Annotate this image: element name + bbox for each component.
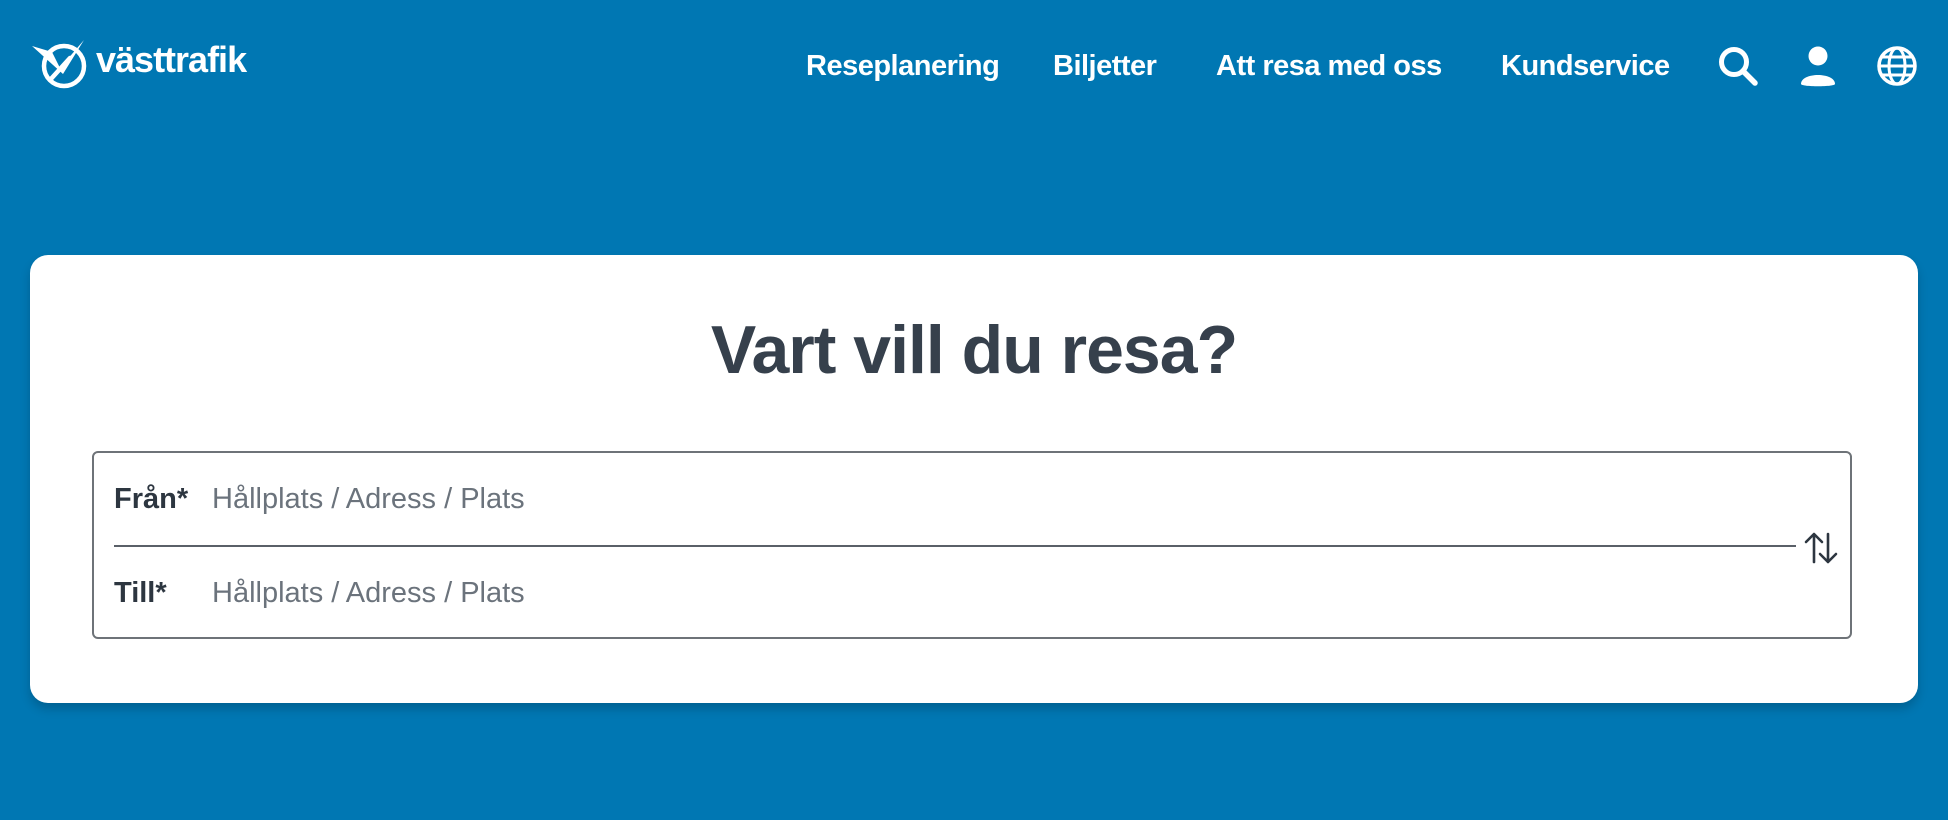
globe-icon [1877,46,1917,86]
from-input[interactable] [212,474,1772,524]
nav-reseplanering[interactable]: Reseplanering [806,46,1000,86]
to-input[interactable] [212,568,1772,618]
nav-biljetter[interactable]: Biljetter [1053,46,1157,86]
vasttrafik-logo[interactable]: västtrafik [30,36,247,92]
trip-planner-card: Vart vill du resa? Från* Till* [30,255,1918,703]
from-label: Från* [114,482,189,515]
search-button[interactable] [1714,42,1762,90]
from-row: Från* [94,453,1794,545]
nav-att-resa-med-oss[interactable]: Att resa med oss [1216,46,1442,86]
account-button[interactable] [1794,42,1842,90]
swap-from-to-button[interactable] [1798,525,1844,571]
search-icon [1719,47,1758,86]
vasttrafik-logo-icon [32,40,87,89]
site-header: västtrafik Reseplanering Biljetter Att r… [0,0,1948,130]
to-row: Till* [94,547,1794,639]
brand-name: västtrafik [96,39,247,80]
to-label: Till* [114,576,167,609]
page-title: Vart vill du resa? [710,312,1238,388]
language-button[interactable] [1873,42,1921,90]
swap-vertical-arrows-icon [1804,532,1838,564]
nav-kundservice[interactable]: Kundservice [1501,46,1670,86]
trip-search-form: Från* Till* [92,451,1852,639]
user-icon [1801,46,1835,87]
